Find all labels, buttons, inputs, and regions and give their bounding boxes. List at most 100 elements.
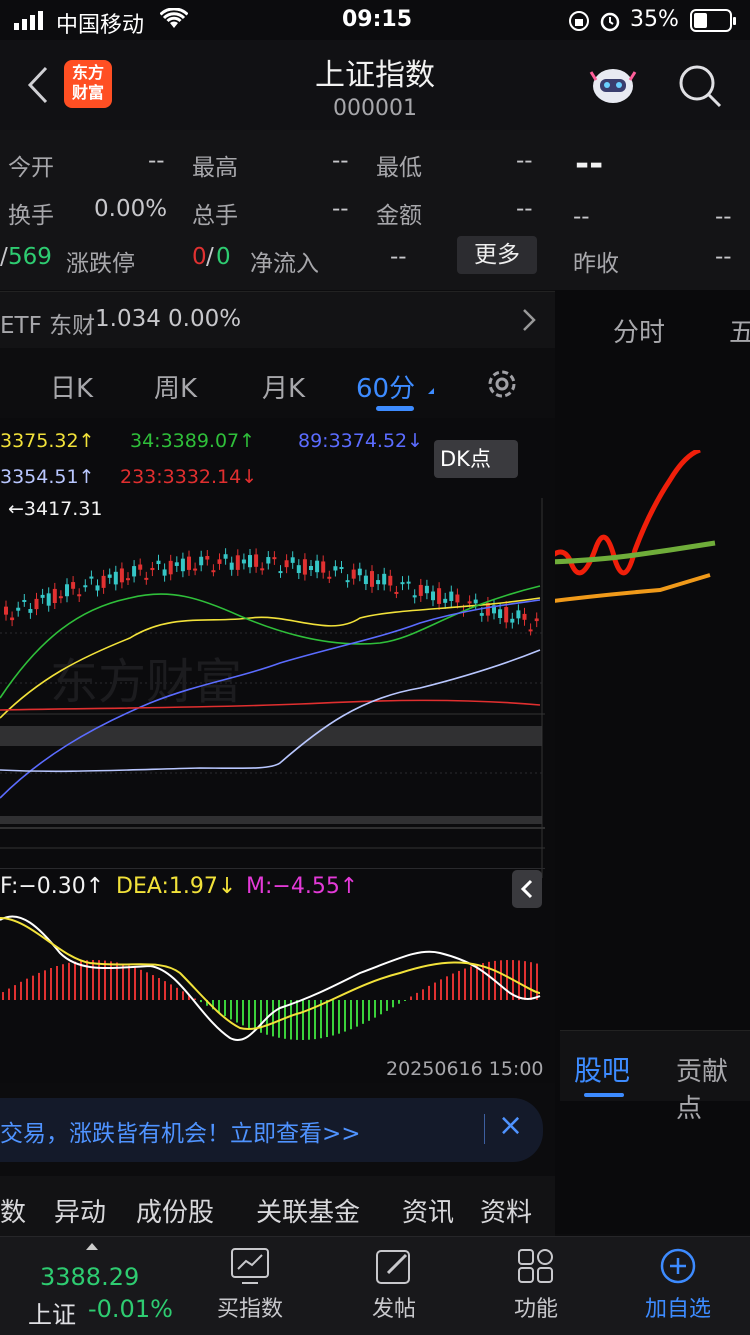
section-tab-1[interactable]: 异动 xyxy=(54,1192,106,1229)
candle-body xyxy=(144,577,149,580)
candle-body xyxy=(211,570,216,573)
candle-body xyxy=(467,601,472,604)
candle-body xyxy=(315,560,320,573)
macd-bar xyxy=(44,970,46,1000)
expand-up-icon[interactable] xyxy=(86,1243,98,1250)
tab-minute[interactable]: 分时 xyxy=(613,312,665,349)
macd-bar xyxy=(296,1000,298,1040)
candle-body xyxy=(34,598,39,610)
candle-body xyxy=(321,561,326,573)
post-button[interactable]: 发帖 xyxy=(344,1247,444,1323)
macd-bar xyxy=(176,987,178,1000)
macd-bar xyxy=(434,982,436,1000)
candle-body xyxy=(16,607,21,611)
tab-five[interactable]: 五 xyxy=(729,312,750,349)
dk-point-button[interactable]: DK点 xyxy=(434,440,518,478)
tab-week[interactable]: 周K xyxy=(154,368,197,405)
section-tab-4[interactable]: 资讯 xyxy=(402,1192,454,1229)
buy-index-button[interactable]: 买指数 xyxy=(200,1247,300,1323)
tab-contrib[interactable]: 贡献点 xyxy=(676,1051,750,1125)
macd-bar xyxy=(338,1000,340,1034)
robot-assistant-icon[interactable] xyxy=(588,62,638,112)
candle-body xyxy=(174,562,179,566)
candle-body xyxy=(327,576,332,579)
candle-body xyxy=(193,568,198,571)
bottom-name: 上证 xyxy=(28,1301,76,1329)
macd-bar xyxy=(428,985,430,1000)
section-tab-0[interactable]: 数 xyxy=(0,1192,26,1229)
close-icon[interactable]: × xyxy=(498,1108,523,1143)
candle-body xyxy=(363,575,368,585)
collapse-button[interactable] xyxy=(512,870,542,908)
orientation-lock-icon xyxy=(568,10,590,38)
section-tab-5[interactable]: 资料 xyxy=(480,1192,532,1229)
search-icon[interactable] xyxy=(676,62,724,114)
right-subtabs: 股吧 贡献点 xyxy=(560,1030,750,1124)
trend-chart-icon xyxy=(231,1248,269,1284)
macd-bar xyxy=(182,991,184,1000)
candle-body xyxy=(266,557,271,564)
macd-bar xyxy=(128,965,130,1000)
gear-icon[interactable] xyxy=(484,366,520,406)
candle-body xyxy=(376,580,381,585)
more-button[interactable]: 更多 xyxy=(457,236,537,274)
candle-body xyxy=(52,588,57,604)
promo-text[interactable]: 交易，涨跌皆有机会！立即查看>> xyxy=(0,1114,361,1148)
macd-bar xyxy=(68,962,70,1000)
right-side-panel: 分时 五 股吧 贡献点 xyxy=(540,290,750,1234)
section-tab-3[interactable]: 关联基金 xyxy=(256,1192,360,1229)
candle-body xyxy=(95,585,100,591)
candle-body xyxy=(83,585,88,588)
candle-body xyxy=(205,556,210,560)
candle-body xyxy=(132,566,137,577)
section-tab-2[interactable]: 成份股 xyxy=(136,1192,214,1229)
macd-bar xyxy=(500,960,502,1000)
macd-bar xyxy=(392,1000,394,1008)
candle-body xyxy=(382,573,387,585)
macd-bar xyxy=(518,960,520,1000)
candle-body xyxy=(89,576,94,579)
hand-drawn-annotation xyxy=(540,450,716,604)
macd-bar xyxy=(374,1000,376,1018)
tab-60min[interactable]: 60分 xyxy=(356,368,415,405)
tab-day[interactable]: 日K xyxy=(50,368,93,405)
macd-bar xyxy=(8,988,10,1000)
etf-price: 1.034 xyxy=(95,306,161,332)
tab-month[interactable]: 月K xyxy=(262,368,305,405)
macd-bar xyxy=(380,1000,382,1015)
candle-body xyxy=(528,629,533,632)
ma34-legend: 34:3389.07↑ xyxy=(130,430,256,452)
macd-bar xyxy=(158,978,160,1000)
tab-underline xyxy=(584,1093,624,1097)
macd-bar xyxy=(272,1000,274,1037)
candle-body xyxy=(443,598,448,603)
candle-body xyxy=(437,588,442,604)
signal-icon xyxy=(14,10,48,36)
add-watchlist-button[interactable]: 加自选 xyxy=(628,1247,728,1323)
turnover-value: 0.00% xyxy=(94,196,168,222)
macd-bar xyxy=(230,1000,232,1020)
macd-bar xyxy=(38,972,40,1000)
candle-body xyxy=(260,568,265,571)
macd-bar xyxy=(302,1000,304,1040)
ma-b-legend: 3354.51↑ xyxy=(0,466,95,488)
macd-bar xyxy=(98,960,100,1000)
etf-row[interactable]: ETF 东财 1.034 0.00% xyxy=(0,291,555,348)
macd-dif-legend: F:−0.30↑ xyxy=(0,874,105,899)
battery-icon xyxy=(690,9,738,39)
ma233-legend: 233:3332.14↓ xyxy=(120,466,258,488)
promo-banner[interactable]: 交易，涨跌皆有机会！立即查看>> × xyxy=(0,1098,543,1162)
candle-body xyxy=(278,571,283,574)
open-value: -- xyxy=(148,148,165,174)
candle-body xyxy=(77,594,82,597)
macd-bar xyxy=(50,968,52,1000)
candle-body xyxy=(424,585,429,594)
kline-chart[interactable]: 3375.32↑ 34:3389.07↑ 89:3374.52↓ 3354.51… xyxy=(0,418,555,1083)
tab-guba[interactable]: 股吧 xyxy=(574,1049,630,1089)
macd-bar xyxy=(164,981,166,1000)
candle-body xyxy=(400,582,405,585)
function-button[interactable]: 功能 xyxy=(486,1247,586,1323)
candle-body xyxy=(126,578,130,581)
macd-bar xyxy=(278,1000,280,1038)
candle-body xyxy=(357,568,362,576)
